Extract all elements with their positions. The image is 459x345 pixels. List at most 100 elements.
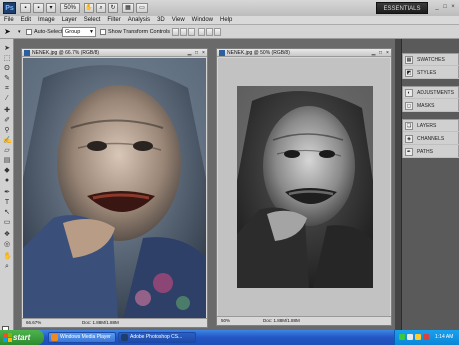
- document-zoom-readout[interactable]: 66.67%: [26, 319, 41, 327]
- security-icon[interactable]: [415, 334, 421, 340]
- show-transform-checkbox[interactable]: [100, 29, 106, 35]
- align-bottom-button[interactable]: [188, 28, 195, 36]
- bridge-button[interactable]: ▪: [20, 3, 31, 13]
- portrait-photo-color: [23, 58, 206, 320]
- panel-adjustments[interactable]: ◐ ADJUSTMENTS: [403, 87, 459, 99]
- panel-label: SWATCHES: [417, 56, 445, 63]
- auto-select-checkbox[interactable]: [26, 29, 32, 35]
- align-right-button[interactable]: [214, 28, 221, 36]
- hand-tool-icon[interactable]: ✋: [3, 253, 12, 260]
- document-close-button[interactable]: ×: [200, 49, 207, 57]
- menu-analysis[interactable]: Analysis: [128, 16, 150, 25]
- lasso-tool-icon[interactable]: ʘ: [3, 65, 11, 72]
- menu-select[interactable]: Select: [84, 16, 101, 25]
- panel-label: LAYERS: [417, 122, 437, 129]
- document-title-bar[interactable]: NENEK.jpg @ 50% (RGB/8) ▁ □ ×: [217, 49, 391, 57]
- align-center-button[interactable]: [206, 28, 213, 36]
- maximize-button[interactable]: □: [441, 3, 449, 12]
- eraser-tool-icon[interactable]: ▱: [3, 147, 11, 154]
- brush-tool-icon[interactable]: ✐: [3, 117, 11, 124]
- align-left-button[interactable]: [198, 28, 205, 36]
- healing-brush-tool-icon[interactable]: ✚: [3, 107, 11, 114]
- taskbar-item-photoshop[interactable]: Adobe Photoshop CS...: [118, 332, 196, 343]
- 3d-rotate-tool-icon[interactable]: ❖: [3, 231, 11, 238]
- menu-layer[interactable]: Layer: [62, 16, 77, 25]
- blur-tool-icon[interactable]: ◆: [3, 167, 11, 174]
- menu-file[interactable]: File: [4, 16, 14, 25]
- panel-paths[interactable]: ✒ PATHS: [403, 146, 459, 158]
- panel-label: CHANNELS: [417, 135, 445, 142]
- panel-label: PATHS: [417, 148, 433, 155]
- crop-tool-icon[interactable]: ⌗: [3, 85, 11, 92]
- document-maximize-button[interactable]: □: [377, 49, 384, 57]
- menu-edit[interactable]: Edit: [21, 16, 31, 25]
- zoom-tool-icon[interactable]: ⌕: [96, 3, 106, 13]
- close-button[interactable]: ×: [449, 3, 457, 12]
- panel-dock: [395, 39, 459, 330]
- ruler-icon[interactable]: ▾: [46, 3, 56, 13]
- document-size-info: Doc: 1.88M/1.88M: [263, 318, 300, 323]
- layers-icon: ❏: [405, 121, 413, 130]
- photoshop-taskbar-icon: [121, 334, 128, 341]
- document-zoom-readout[interactable]: 50%: [221, 317, 230, 325]
- clone-stamp-tool-icon[interactable]: ⚲: [3, 127, 11, 134]
- document-close-button[interactable]: ×: [384, 49, 391, 57]
- menu-filter[interactable]: Filter: [107, 16, 120, 25]
- gradient-tool-icon[interactable]: ▤: [3, 157, 11, 164]
- path-selection-tool-icon[interactable]: ↖: [3, 209, 11, 216]
- screen-mode-button[interactable]: ▭: [136, 3, 148, 13]
- panel-masks[interactable]: ◻ MASKS: [403, 100, 459, 112]
- menu-window[interactable]: Window: [192, 16, 213, 25]
- quick-select-tool-icon[interactable]: ✎: [3, 75, 11, 82]
- panel-styles[interactable]: ◩ STYLES: [403, 67, 459, 79]
- menu-help[interactable]: Help: [220, 16, 232, 25]
- pen-tool-icon[interactable]: ✒: [3, 189, 11, 196]
- document-title: NENEK.jpg @ 66.7% (RGB/8): [32, 50, 100, 56]
- align-top-button[interactable]: [172, 28, 179, 36]
- document-size-info: Doc: 1.88M/1.88M: [82, 320, 119, 325]
- document-status-bar: 66.67% Doc: 1.88M/1.88M: [22, 318, 207, 327]
- 3d-orbit-tool-icon[interactable]: ◎: [3, 241, 11, 248]
- eyedropper-tool-icon[interactable]: ⁄: [3, 95, 11, 102]
- document-minimize-button[interactable]: ▁: [370, 49, 377, 57]
- document-minimize-button[interactable]: ▁: [186, 49, 193, 57]
- tool-preset-dropdown-icon[interactable]: ▾: [18, 27, 23, 37]
- workspace-switcher[interactable]: ESSENTIALS: [376, 2, 428, 14]
- document-maximize-button[interactable]: □: [193, 49, 200, 57]
- menu-image[interactable]: Image: [38, 16, 55, 25]
- history-brush-tool-icon[interactable]: ✍: [3, 137, 12, 144]
- hand-tool-icon[interactable]: ✋: [84, 3, 94, 13]
- move-tool-icon[interactable]: ➤: [3, 45, 11, 52]
- auto-select-value: Group: [65, 29, 81, 35]
- align-middle-button[interactable]: [180, 28, 187, 36]
- mini-bridge-button[interactable]: ▪: [33, 3, 44, 13]
- shape-tool-icon[interactable]: ▭: [3, 219, 11, 226]
- minimize-button[interactable]: _: [433, 3, 441, 12]
- start-label: start: [13, 333, 31, 342]
- zoom-tool-icon[interactable]: ⌕: [3, 263, 11, 270]
- network-icon[interactable]: [399, 334, 405, 340]
- dodge-tool-icon[interactable]: ●: [3, 177, 11, 184]
- panel-collapse-strip[interactable]: [395, 39, 402, 330]
- marquee-tool-icon[interactable]: ⬚: [3, 55, 11, 62]
- update-icon[interactable]: [423, 334, 429, 340]
- menu-3d[interactable]: 3D: [157, 16, 165, 25]
- auto-select-dropdown[interactable]: Group ▼: [62, 27, 96, 37]
- document-window-color[interactable]: NENEK.jpg @ 66.7% (RGB/8) ▁ □ × 66.67% D…: [21, 48, 208, 328]
- clock[interactable]: 1:14 AM: [435, 334, 453, 340]
- menu-view[interactable]: View: [172, 16, 185, 25]
- move-tool-preset-icon[interactable]: ➤: [4, 27, 16, 37]
- document-window-bw[interactable]: NENEK.jpg @ 50% (RGB/8) ▁ □ × 50% Doc: 1…: [216, 48, 392, 326]
- taskbar-item-media-player[interactable]: Windows Media Player: [48, 332, 116, 343]
- panel-channels[interactable]: ◈ CHANNELS: [403, 133, 459, 145]
- document-title-bar[interactable]: NENEK.jpg @ 66.7% (RGB/8) ▁ □ ×: [22, 49, 207, 57]
- volume-icon[interactable]: [407, 334, 413, 340]
- rotate-view-icon[interactable]: ↻: [108, 3, 118, 13]
- system-tray: 1:14 AM: [394, 330, 459, 345]
- arrange-documents-button[interactable]: ▦: [122, 3, 134, 13]
- panel-layers[interactable]: ❏ LAYERS: [403, 120, 459, 132]
- panel-swatches[interactable]: ▦ SWATCHES: [403, 54, 459, 66]
- type-tool-icon[interactable]: T: [3, 199, 11, 206]
- start-button[interactable]: start: [0, 330, 44, 345]
- zoom-level-dropdown[interactable]: 50%: [60, 3, 80, 13]
